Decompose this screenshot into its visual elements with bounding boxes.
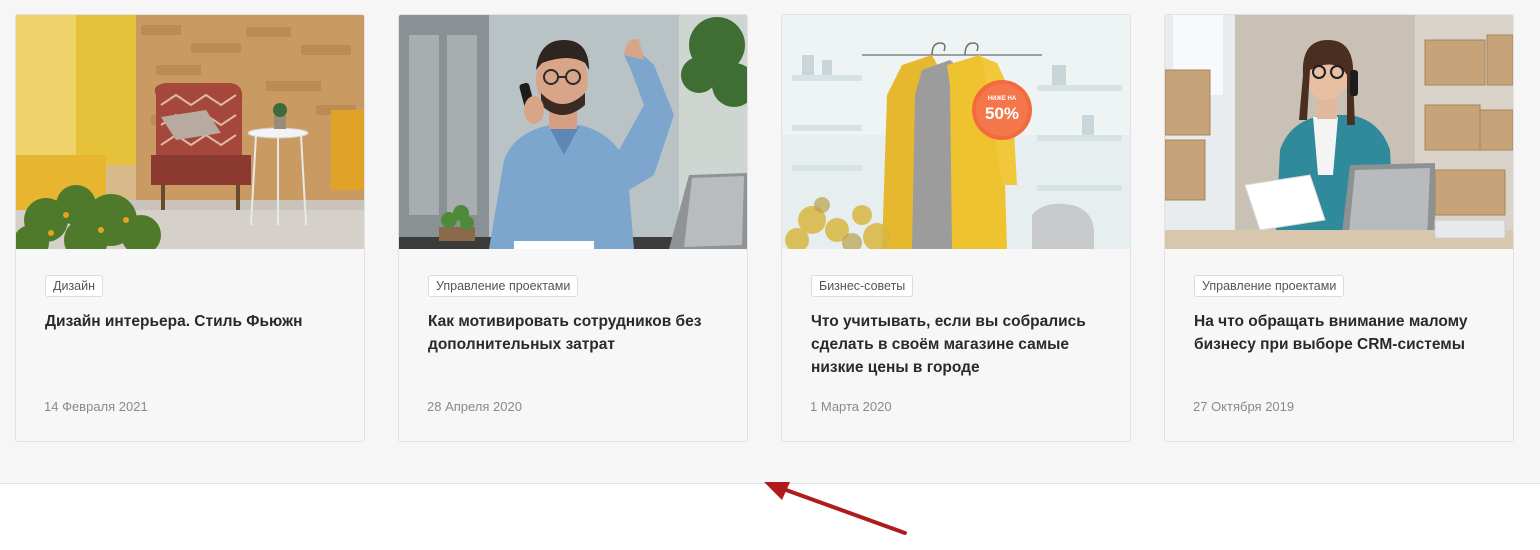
red-arrow-icon (764, 482, 907, 535)
